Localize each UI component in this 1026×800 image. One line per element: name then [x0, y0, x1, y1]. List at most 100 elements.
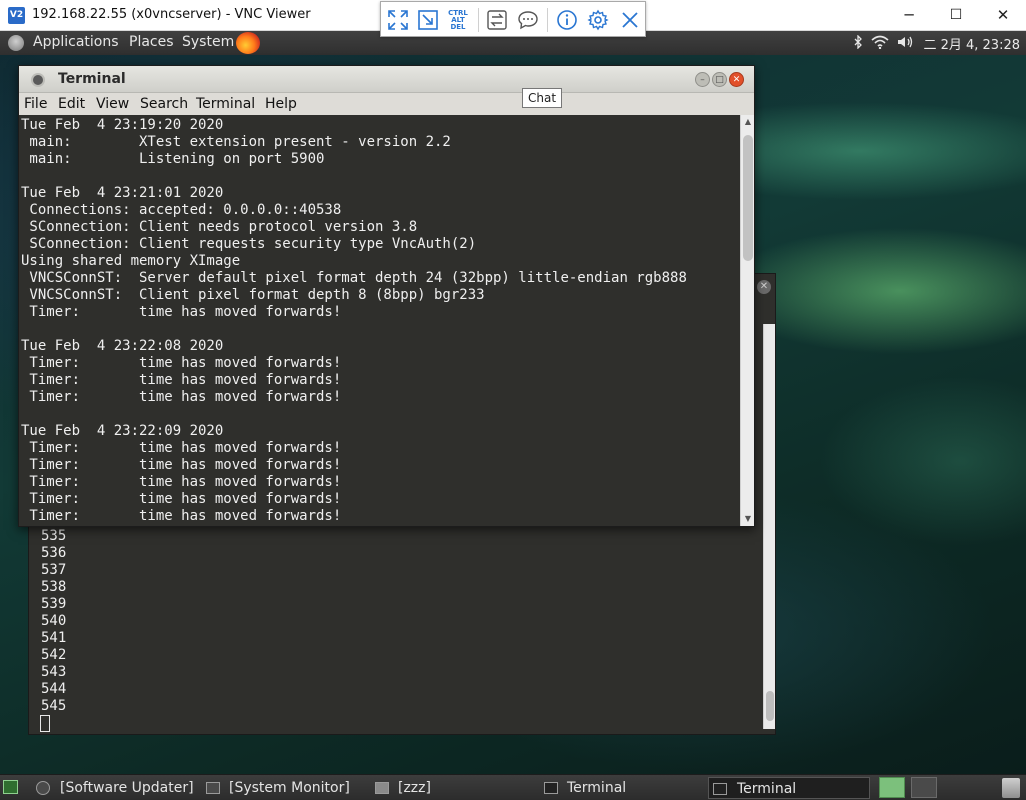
back-terminal-lines: 535 536 537 538 539 540 541 542 543 544 545 — [41, 528, 66, 715]
terminal-line: 537 — [41, 562, 67, 578]
terminal-line: 541 — [41, 630, 67, 646]
vnc-app-icon: V2 — [8, 7, 25, 24]
info-icon[interactable] — [554, 7, 580, 33]
workspace-2[interactable] — [911, 777, 937, 798]
task-label: [zzz] — [398, 780, 431, 796]
close-button[interactable]: ✕ — [980, 0, 1026, 31]
terminal-line: 544 — [41, 681, 67, 697]
folder-icon — [375, 782, 389, 794]
applications-icon[interactable] — [8, 35, 24, 51]
task-terminal-1[interactable]: Terminal — [540, 777, 702, 799]
chat-icon[interactable] — [515, 7, 541, 33]
terminal-line: Timer: time has moved forwards! — [21, 355, 342, 371]
terminal-line: main: Listening on port 5900 — [21, 151, 325, 167]
clock[interactable]: 二 2月 4, 23:28 — [923, 38, 1020, 53]
menu-system[interactable]: System — [182, 34, 234, 50]
menu-applications[interactable]: Applications — [33, 34, 119, 50]
task-zzz[interactable]: [zzz] — [371, 777, 533, 799]
terminal-lines: Tue Feb 4 23:19:20 2020 main: XTest exte… — [21, 117, 687, 525]
terminal-line: VNCSConnST: Server default pixel format … — [21, 270, 687, 286]
terminal-title: Terminal — [58, 71, 126, 87]
back-terminal-close-icon[interactable]: ✕ — [757, 280, 771, 294]
terminal-line: 543 — [41, 664, 67, 680]
terminal-icon — [713, 783, 727, 795]
minimize-button[interactable]: ─ — [886, 0, 932, 31]
remote-desktop[interactable]: Applications Places System 二 2月 4, 23:28… — [0, 31, 1026, 800]
menu-view[interactable]: View — [96, 96, 129, 112]
toolbar-separator — [547, 8, 548, 32]
terminal-line: main: XTest extension present - version … — [21, 134, 451, 150]
terminal-line: SConnection: Client requests security ty… — [21, 236, 477, 252]
menu-edit[interactable]: Edit — [58, 96, 85, 112]
terminal-line: Tue Feb 4 23:22:08 2020 — [21, 338, 224, 354]
terminal-line: Tue Feb 4 23:21:01 2020 — [21, 185, 224, 201]
wifi-icon[interactable] — [871, 35, 889, 53]
chat-tooltip: Chat — [522, 88, 563, 108]
volume-icon[interactable] — [897, 35, 915, 53]
show-desktop-icon[interactable] — [3, 780, 18, 794]
scroll-up-icon[interactable]: ▲ — [743, 117, 753, 127]
transfer-icon[interactable] — [484, 7, 510, 33]
system-monitor-icon — [206, 782, 220, 794]
window-menu-icon[interactable] — [33, 75, 43, 85]
terminal-output[interactable]: Tue Feb 4 23:19:20 2020 main: XTest exte… — [19, 115, 740, 526]
terminal-minimize-button[interactable]: – — [695, 72, 710, 87]
firefox-icon[interactable] — [236, 32, 260, 54]
settings-icon[interactable] — [585, 7, 611, 33]
vnc-toolbar: CTRL ALT DEL — [380, 1, 646, 37]
terminal-line: 538 — [41, 579, 67, 595]
scroll-down-icon[interactable]: ▼ — [743, 514, 753, 524]
terminal-line: 535 — [41, 528, 67, 544]
terminal-line: Using shared memory XImage — [21, 253, 241, 269]
task-software-updater[interactable]: [Software Updater] — [34, 777, 196, 799]
terminal-titlebar[interactable]: Terminal – □ ✕ — [19, 66, 754, 93]
terminal-line: Connections: accepted: 0.0.0.0::40538 — [21, 202, 342, 218]
bottom-panel: [Software Updater] [System Monitor] [zzz… — [0, 774, 1026, 800]
terminal-line: Timer: time has moved forwards! — [21, 491, 342, 507]
workspace-1[interactable] — [879, 777, 905, 798]
scale-icon[interactable] — [415, 7, 441, 33]
back-terminal-output[interactable]: 535 536 537 538 539 540 541 542 543 544 545 — [39, 528, 761, 732]
back-terminal-scroll-thumb[interactable] — [766, 691, 774, 721]
terminal-line: 539 — [41, 596, 67, 612]
terminal-line: 545 — [41, 698, 67, 714]
task-label: Terminal — [737, 781, 797, 797]
close-icon[interactable] — [617, 7, 643, 33]
menu-help[interactable]: Help — [265, 96, 297, 112]
full-screen-icon[interactable] — [385, 7, 411, 33]
bluetooth-icon[interactable] — [853, 34, 863, 53]
trash-icon[interactable] — [1002, 778, 1020, 798]
terminal-scroll-thumb[interactable] — [743, 135, 753, 261]
terminal-maximize-button[interactable]: □ — [712, 72, 727, 87]
software-updater-icon — [36, 781, 50, 795]
terminal-line: Timer: time has moved forwards! — [21, 440, 342, 456]
terminal-scrollbar[interactable]: ▲ ▼ — [740, 115, 754, 526]
back-terminal-scrollbar[interactable] — [763, 324, 775, 729]
terminal-line: Timer: time has moved forwards! — [21, 474, 342, 490]
vnc-window-title: 192.168.22.55 (x0vncserver) - VNC Viewer — [32, 7, 311, 22]
task-label: [Software Updater] — [60, 780, 194, 796]
terminal-line: Timer: time has moved forwards! — [21, 372, 342, 388]
terminal-line: Timer: time has moved forwards! — [21, 508, 342, 524]
terminal-menubar: File Edit View Search Terminal Help — [19, 93, 754, 115]
task-label: Terminal — [567, 780, 627, 796]
menu-file[interactable]: File — [24, 96, 47, 112]
terminal-close-button[interactable]: ✕ — [729, 72, 744, 87]
maximize-button[interactable]: ☐ — [933, 0, 979, 31]
menu-search[interactable]: Search — [140, 96, 188, 112]
terminal-window[interactable]: Terminal – □ ✕ File Edit View Search Ter… — [18, 65, 755, 527]
menu-terminal[interactable]: Terminal — [196, 96, 255, 112]
ctrl-alt-del-icon[interactable]: CTRL ALT DEL — [445, 7, 471, 33]
terminal-cursor — [40, 715, 50, 732]
system-tray: 二 2月 4, 23:28 — [853, 34, 1020, 53]
terminal-icon — [544, 782, 558, 794]
menu-places[interactable]: Places — [129, 34, 174, 50]
terminal-line: Timer: time has moved forwards! — [21, 389, 342, 405]
task-system-monitor[interactable]: [System Monitor] — [202, 777, 364, 799]
terminal-line: Tue Feb 4 23:19:20 2020 — [21, 117, 224, 133]
terminal-line: Timer: time has moved forwards! — [21, 457, 342, 473]
task-terminal-2[interactable]: Terminal — [708, 777, 870, 799]
